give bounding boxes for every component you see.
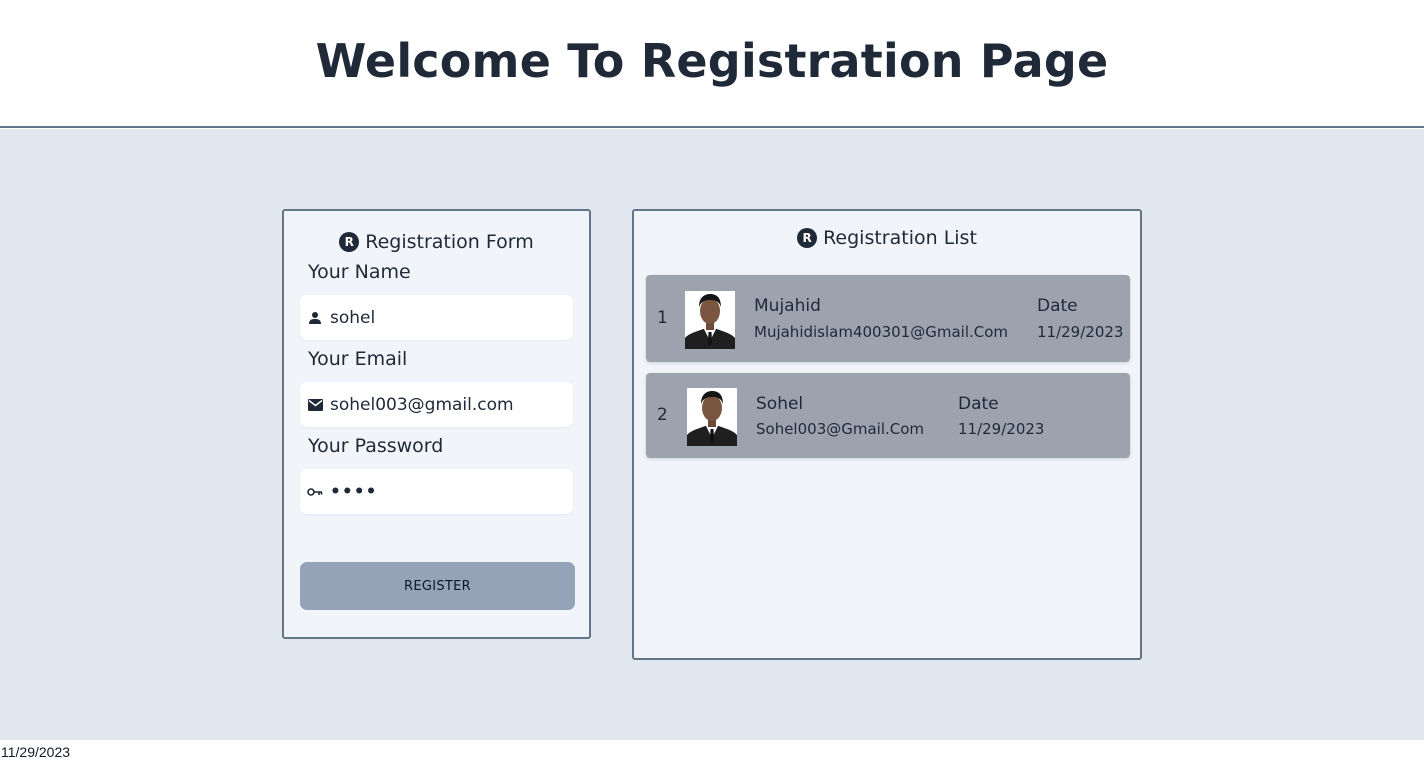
list-item-email: Sohel003@Gmail.Com (756, 420, 925, 438)
register-button[interactable]: REGISTER (300, 562, 575, 610)
form-title-text: Registration Form (365, 231, 534, 253)
list-title-text: Registration List (823, 227, 977, 249)
email-field[interactable]: sohel003@gmail.com (300, 382, 573, 427)
email-label: Your Email (308, 348, 408, 370)
list-item-date: 11/29/2023 (958, 420, 1045, 438)
page-title: Welcome To Registration Page (315, 34, 1109, 88)
main-area: R Registration Form Your Name sohel Your… (0, 129, 1424, 740)
key-icon (307, 484, 323, 500)
mail-icon (307, 397, 323, 413)
avatar (685, 291, 735, 349)
list-item-name: Mujahid (754, 296, 821, 316)
list-item-email: Mujahidislam400301@Gmail.Com (754, 323, 1009, 341)
avatar (687, 388, 737, 446)
registration-list-panel: R Registration List 1 Mujahid Mujahidisl… (632, 209, 1142, 660)
list-item-date-label: Date (1037, 296, 1078, 316)
password-input-value[interactable]: •••• (330, 482, 377, 502)
registration-form-panel: R Registration Form Your Name sohel Your… (282, 209, 591, 639)
user-icon (307, 310, 323, 326)
footer-date: 11/29/2023 (0, 740, 1424, 761)
name-field[interactable]: sohel (300, 295, 573, 340)
registered-icon: R (797, 228, 818, 248)
form-title: R Registration Form (284, 231, 589, 253)
list-title: R Registration List (634, 227, 1140, 249)
registered-icon: R (339, 232, 360, 252)
email-input-value[interactable]: sohel003@gmail.com (330, 395, 514, 415)
name-input-value[interactable]: sohel (330, 308, 375, 328)
password-field[interactable]: •••• (300, 469, 573, 514)
page-header: Welcome To Registration Page (0, 0, 1424, 128)
list-item[interactable]: 2 Sohel Sohel003@Gmail.Com Date 11/29/20… (646, 373, 1130, 458)
password-label: Your Password (308, 435, 444, 457)
list-item[interactable]: 1 Mujahid Mujahidislam400301@Gmail.Com D… (646, 275, 1130, 362)
list-item-number: 2 (657, 405, 668, 425)
name-label: Your Name (308, 261, 411, 283)
list-item-number: 1 (657, 308, 668, 328)
list-item-name: Sohel (756, 394, 804, 414)
list-item-date-label: Date (958, 394, 999, 414)
list-item-date: 11/29/2023 (1037, 323, 1124, 341)
